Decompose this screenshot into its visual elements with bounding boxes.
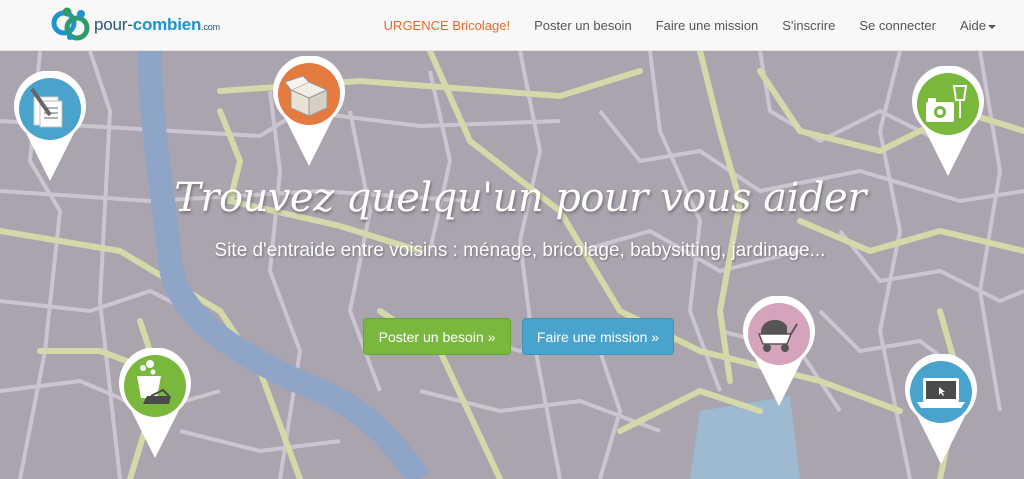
hero-title: Trouvez quelqu'un pour vous aider [174, 175, 866, 221]
nav-aide-dropdown[interactable]: Aide [948, 18, 1024, 33]
poster-besoin-button[interactable]: Poster un besoin » [363, 318, 511, 355]
logo[interactable]: pour-combien.com [50, 6, 220, 44]
main-nav: URGENCE Bricolage! Poster un besoin Fair… [372, 0, 1024, 51]
nav-urgence-bricolage[interactable]: URGENCE Bricolage! [372, 18, 522, 33]
navbar: pour-combien.com URGENCE Bricolage! Post… [0, 0, 1024, 51]
nav-se-connecter[interactable]: Se connecter [847, 18, 948, 33]
map-background [0, 51, 1024, 479]
nav-faire-mission[interactable]: Faire une mission [644, 18, 771, 33]
nav-aide-label: Aide [959, 18, 986, 33]
laptop-icon [917, 378, 965, 408]
logo-text-part2: combien [132, 15, 202, 34]
pin-computer [903, 354, 979, 466]
caret-down-icon [988, 24, 996, 29]
logo-text: pour-combien.com [94, 15, 220, 35]
nav-poster-besoin[interactable]: Poster un besoin [522, 18, 644, 33]
hero-subtitle: Site d'entraide entre voisins : ménage, … [214, 240, 826, 261]
logo-text-part3: .com [201, 22, 220, 32]
pin-moving [271, 56, 347, 168]
nav-sinscrire[interactable]: S'inscrire [770, 18, 847, 33]
logo-text-part1: pour- [94, 15, 133, 34]
faire-mission-button[interactable]: Faire une mission » [522, 318, 674, 355]
pin-events [910, 66, 986, 178]
pin-babysitting [741, 296, 817, 408]
pin-documents [12, 71, 88, 183]
pin-cleaning [117, 348, 193, 460]
logo-icon [50, 6, 92, 44]
